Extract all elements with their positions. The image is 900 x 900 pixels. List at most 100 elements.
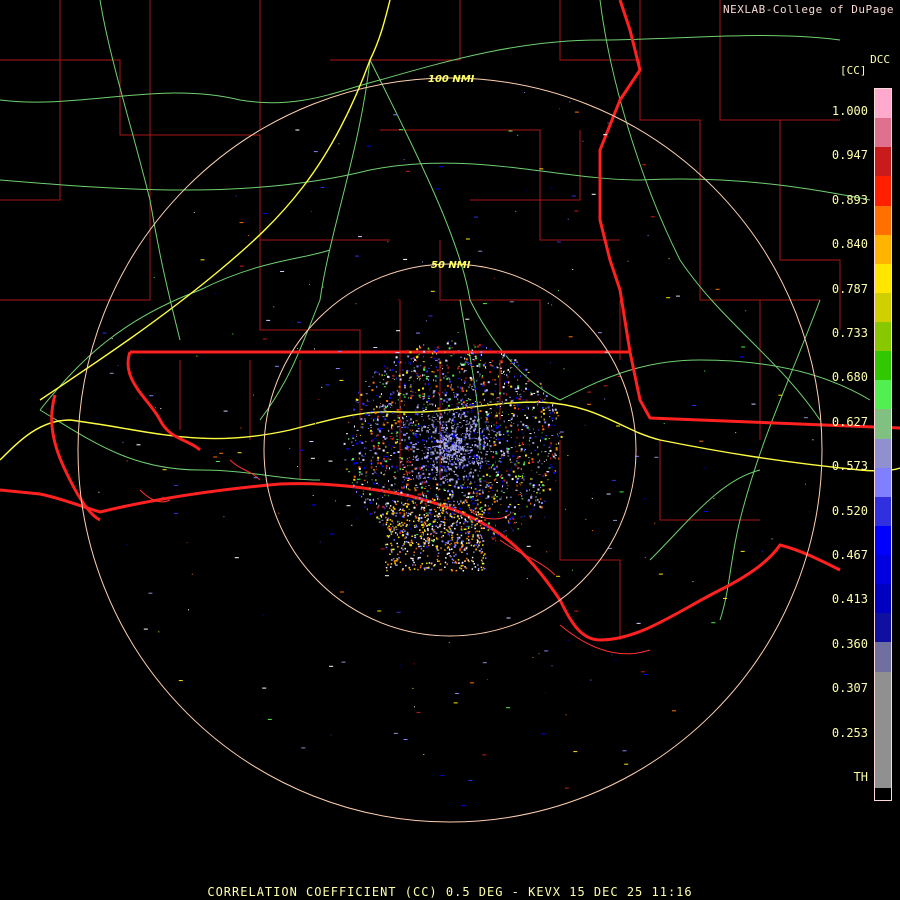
echo-pixel	[451, 534, 453, 536]
echo-pixel	[520, 393, 522, 395]
echo-pixel	[408, 498, 410, 500]
echo-pixel	[455, 428, 458, 430]
echo-pixel	[467, 458, 469, 460]
echo-pixel	[514, 387, 517, 390]
echo-pixel	[480, 495, 482, 497]
echo-pixel	[503, 479, 506, 482]
echo-pixel	[439, 434, 441, 436]
echo-pixel	[516, 460, 518, 463]
echo-pixel	[392, 512, 394, 514]
echo-pixel	[422, 533, 424, 536]
echo-pixel	[435, 477, 437, 480]
echo-pixel	[435, 494, 437, 496]
echo-pixel	[471, 427, 473, 429]
echo-pixel	[468, 507, 470, 508]
echo-pixel	[524, 92, 526, 93]
echo-pixel	[397, 415, 399, 417]
echo-pixel	[459, 467, 461, 469]
echo-pixel	[558, 442, 560, 445]
echo-pixel	[431, 525, 434, 528]
echo-pixel	[508, 522, 510, 524]
echo-pixel	[452, 506, 455, 509]
echo-pixel	[494, 536, 496, 539]
echo-pixel	[352, 437, 355, 439]
echo-pixel	[398, 521, 400, 523]
echo-pixel	[463, 464, 466, 467]
echo-pixel	[420, 486, 423, 489]
echo-pixel	[555, 480, 557, 482]
echo-pixel	[467, 535, 470, 538]
color-scale-swatch	[875, 351, 891, 381]
echo-pixel	[435, 457, 437, 459]
echo-pixel	[480, 520, 483, 522]
echo-pixel	[494, 443, 497, 446]
echo-pixel	[352, 416, 355, 418]
echo-pixel	[505, 381, 507, 384]
echo-pixel	[427, 449, 429, 452]
echo-pixel	[428, 425, 430, 427]
echo-pixel	[441, 349, 442, 351]
echo-pixel	[433, 535, 435, 537]
echo-pixel	[467, 516, 470, 518]
echo-pixel	[388, 528, 390, 531]
echo-pixel	[416, 475, 418, 477]
echo-pixel	[462, 403, 465, 405]
echo-pixel	[451, 430, 454, 433]
color-scale-swatch	[875, 584, 891, 614]
echo-pixel	[521, 429, 524, 431]
echo-pixel	[448, 455, 450, 457]
echo-pixel	[414, 706, 415, 708]
echo-pixel	[552, 408, 554, 411]
echo-pixel	[477, 499, 479, 502]
echo-pixel	[464, 415, 467, 418]
echo-pixel	[444, 523, 446, 525]
echo-pixel	[468, 539, 470, 541]
echo-pixel	[410, 511, 413, 514]
echo-pixel	[393, 489, 395, 491]
echo-pixel	[403, 424, 404, 427]
echo-pixel	[477, 535, 479, 538]
echo-pixel	[467, 449, 469, 452]
echo-pixel	[441, 403, 443, 405]
echo-pixel	[463, 381, 466, 384]
echo-pixel	[458, 378, 461, 379]
echo-pixel	[430, 562, 433, 565]
echo-pixel	[422, 465, 425, 468]
echo-pixel	[537, 446, 539, 449]
echo-pixel	[416, 365, 419, 368]
echo-pixel	[481, 345, 483, 348]
echo-pixel	[395, 371, 397, 373]
color-scale-tick-label: 0.467	[831, 548, 868, 562]
echo-pixel	[442, 391, 444, 393]
echo-pixel	[450, 345, 452, 347]
echo-pixel	[444, 456, 447, 459]
echo-pixel	[426, 430, 428, 433]
echo-pixel	[377, 475, 379, 477]
echo-pixel	[435, 349, 438, 352]
echo-pixel	[420, 520, 423, 523]
echo-pixel	[373, 469, 375, 471]
echo-pixel	[500, 367, 502, 369]
echo-pixel	[437, 470, 439, 472]
echo-pixel	[399, 378, 402, 381]
echo-pixel	[448, 531, 450, 533]
echo-pixel	[440, 547, 442, 550]
echo-pixel	[419, 493, 422, 496]
echo-pixel	[459, 512, 461, 515]
echo-pixel	[460, 459, 462, 462]
echo-pixel	[485, 497, 488, 499]
echo-pixel	[389, 505, 392, 507]
echo-pixel	[451, 433, 454, 436]
echo-pixel	[391, 544, 393, 547]
echo-pixel	[488, 522, 490, 525]
echo-pixel	[402, 531, 404, 533]
echo-pixel	[456, 423, 459, 425]
echo-pixel	[542, 425, 544, 428]
echo-pixel	[419, 529, 421, 531]
echo-pixel	[472, 475, 475, 478]
echo-pixel	[410, 544, 412, 547]
echo-pixel	[451, 531, 454, 534]
echo-pixel	[476, 523, 478, 525]
echo-pixel	[449, 549, 451, 551]
echo-pixel	[480, 354, 482, 356]
